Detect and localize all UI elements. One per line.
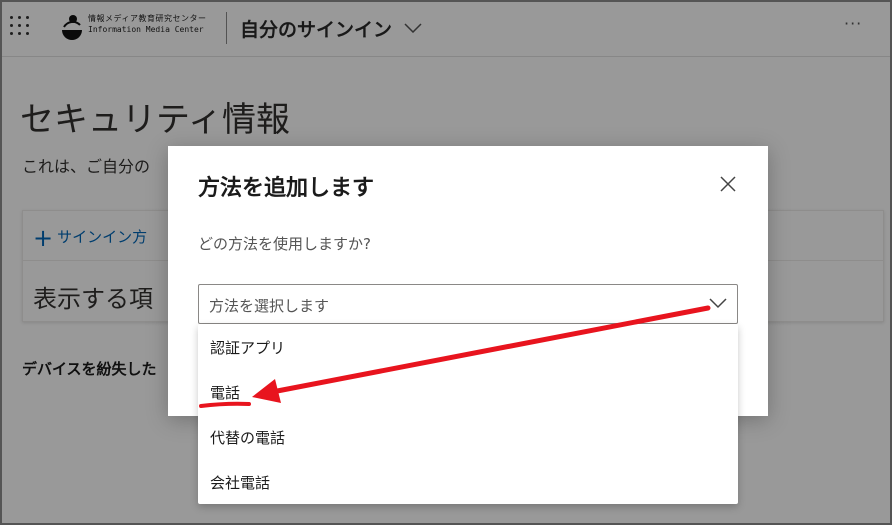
option-office-phone[interactable]: 会社電話	[198, 459, 738, 504]
option-authenticator-app[interactable]: 認証アプリ	[198, 324, 738, 369]
dialog-title: 方法を追加します	[198, 176, 375, 201]
method-select[interactable]: 方法を選択します	[198, 284, 738, 324]
select-placeholder: 方法を選択します	[209, 297, 330, 315]
method-question: どの方法を使用しますか?	[198, 235, 371, 253]
option-label: 会社電話	[210, 474, 271, 492]
chevron-down-icon	[709, 298, 727, 309]
option-label: 電話	[210, 384, 241, 402]
close-icon[interactable]	[720, 176, 736, 192]
option-label: 認証アプリ	[210, 339, 286, 357]
option-label: 代替の電話	[210, 429, 286, 447]
option-alternate-phone[interactable]: 代替の電話	[198, 414, 738, 459]
option-phone[interactable]: 電話	[198, 369, 738, 414]
method-dropdown-list: 認証アプリ 電話 代替の電話 会社電話	[198, 324, 738, 504]
